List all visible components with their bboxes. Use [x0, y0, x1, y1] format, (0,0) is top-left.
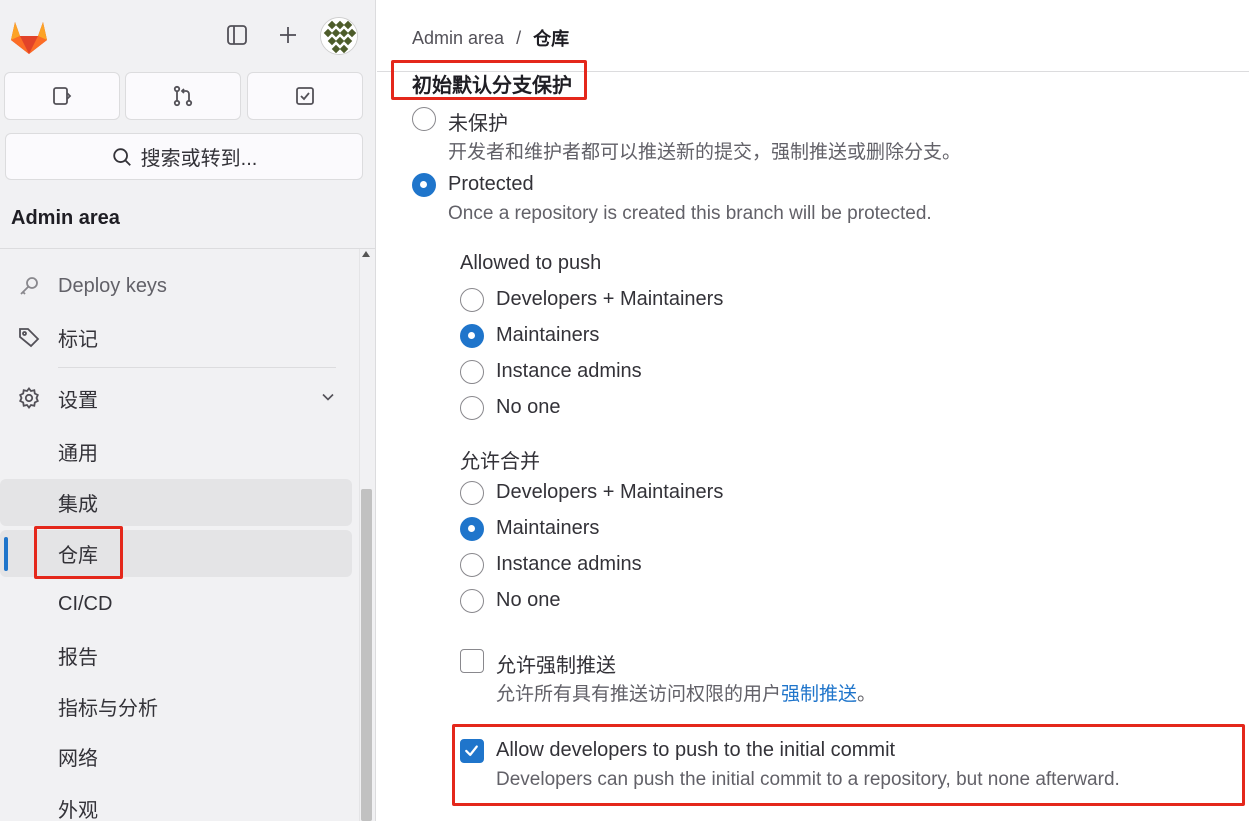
key-icon — [0, 274, 58, 298]
sidebar-item-labels[interactable]: 标记 — [0, 314, 352, 360]
sidebar-subitem-general[interactable]: 通用 — [0, 428, 352, 475]
chevron-down-icon — [318, 387, 338, 413]
search-icon — [112, 147, 131, 166]
search-placeholder: 搜索或转到... — [140, 148, 258, 170]
push-option-label: Developers + Maintainers — [496, 288, 724, 310]
force-push-help: 允许所有具有推送访问权限的用户强制推送。 — [496, 679, 876, 706]
label-icon — [0, 325, 58, 349]
allowed-to-push-label: Allowed to push — [460, 252, 602, 274]
merge-option-label: No one — [496, 589, 561, 611]
merge-requests-button[interactable] — [125, 72, 241, 120]
protected-label: Protected — [448, 173, 534, 195]
sidebar-subitem-appearance[interactable]: 外观 — [0, 785, 352, 821]
todo-button[interactable] — [247, 72, 363, 120]
radio-protected[interactable] — [412, 173, 436, 197]
sidebar-item-label: 标记 — [58, 328, 98, 351]
sidebar-item-settings[interactable]: 设置 — [0, 375, 352, 421]
sidebar-header — [0, 0, 375, 70]
sidebar-subitem-reports[interactable]: 报告 — [0, 632, 352, 679]
issues-icon — [53, 87, 72, 105]
radio-push-dev-maint[interactable] — [460, 288, 484, 312]
radio-merge-no-one[interactable] — [460, 589, 484, 613]
active-indicator — [4, 537, 8, 571]
sidebar-subitem-integrations[interactable]: 集成 — [0, 479, 352, 526]
sidebar-subitem-metrics[interactable]: 指标与分析 — [0, 683, 352, 730]
sidebar-subitem-cicd[interactable]: CI/CD — [0, 581, 352, 628]
sidebar-item-label: Deploy keys — [58, 274, 167, 297]
allowed-to-merge-label: 允许合并 — [460, 451, 540, 473]
gear-icon — [0, 386, 58, 410]
search-button[interactable]: 搜索或转到... — [5, 133, 363, 180]
toggle-sidebar-icon[interactable] — [220, 18, 254, 52]
gitlab-logo-icon[interactable] — [8, 16, 50, 56]
avatar[interactable] — [320, 17, 358, 55]
radio-push-instance-admins[interactable] — [460, 360, 484, 384]
sidebar: 搜索或转到... Admin area Deploy keys 标记 设置 通用… — [0, 0, 376, 821]
breadcrumb-separator: / — [516, 27, 522, 48]
radio-merge-dev-maint[interactable] — [460, 481, 484, 505]
radio-push-no-one[interactable] — [460, 396, 484, 420]
merge-option-label: Developers + Maintainers — [496, 481, 724, 503]
initial-commit-label: Allow developers to push to the initial … — [496, 739, 896, 761]
sidebar-item-deploy-keys[interactable]: Deploy keys — [0, 263, 352, 309]
plus-icon[interactable] — [271, 18, 305, 52]
sidebar-divider — [0, 248, 375, 249]
checkmark-icon — [465, 745, 478, 757]
force-push-help-text: 允许所有具有推送访问权限的用户 — [496, 684, 782, 705]
initial-commit-help: Developers can push the initial commit t… — [496, 769, 1120, 790]
radio-unprotected[interactable] — [412, 107, 436, 131]
breadcrumb: Admin area / 仓库 — [412, 25, 569, 51]
push-option-label: No one — [496, 396, 561, 418]
merge-option-label: Instance admins — [496, 553, 642, 575]
sidebar-subitem-repository[interactable]: 仓库 — [0, 530, 352, 577]
sidebar-scrollbar-thumb[interactable] — [361, 489, 372, 821]
issues-button[interactable] — [4, 72, 120, 120]
sidebar-item-label: 设置 — [58, 389, 98, 412]
sidebar-separator — [58, 367, 336, 368]
force-push-label: 允许强制推送 — [496, 655, 616, 677]
merge-request-icon — [173, 85, 193, 107]
push-option-label: Instance admins — [496, 360, 642, 382]
sidebar-subitem-network[interactable]: 网络 — [0, 733, 352, 780]
app-window: 搜索或转到... Admin area Deploy keys 标记 设置 通用… — [0, 0, 1249, 821]
todo-icon — [296, 87, 314, 105]
protected-help: Once a repository is created this branch… — [448, 203, 932, 224]
section-title: 初始默认分支保护 — [412, 75, 572, 97]
force-push-help-suffix: 。 — [857, 684, 877, 705]
radio-merge-instance-admins[interactable] — [460, 553, 484, 577]
scroll-up-arrow-icon[interactable] — [360, 251, 372, 263]
initial-commit-checkbox[interactable] — [460, 739, 484, 763]
force-push-checkbox[interactable] — [460, 649, 484, 673]
push-option-label: Maintainers — [496, 324, 600, 346]
highlight-box-initial-commit — [452, 724, 1245, 806]
breadcrumb-admin-area[interactable]: Admin area — [412, 28, 504, 49]
unprotected-help: 开发者和维护者都可以推送新的提交，强制推送或删除分支。 — [448, 142, 962, 163]
force-push-link[interactable]: 强制推送 — [781, 684, 857, 705]
breadcrumb-current: 仓库 — [533, 29, 570, 49]
radio-merge-maintainers[interactable] — [460, 517, 484, 541]
sidebar-section-title: Admin area — [11, 207, 120, 229]
unprotected-label: 未保护 — [448, 113, 508, 135]
radio-push-maintainers[interactable] — [460, 324, 484, 348]
main-content: Admin area / 仓库 初始默认分支保护 未保护 开发者和维护者都可以推… — [377, 0, 1249, 821]
merge-option-label: Maintainers — [496, 517, 600, 539]
